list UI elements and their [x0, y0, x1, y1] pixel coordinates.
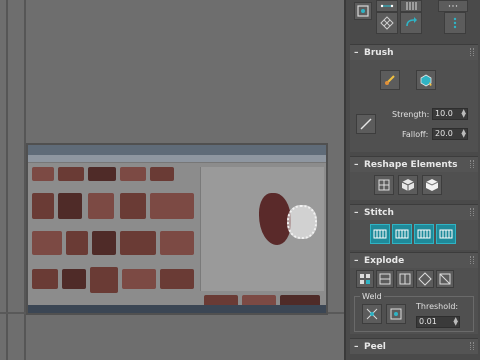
strength-value: 10.0: [435, 109, 453, 118]
threshold-label: Threshold:: [416, 302, 459, 311]
stitch-icon[interactable]: [370, 224, 390, 244]
cube-icon[interactable]: [398, 175, 418, 195]
minus-icon: –: [354, 207, 359, 218]
rollout-explode-title: Explode: [364, 255, 405, 266]
thumbnail: [160, 231, 194, 255]
rollout-explode-body: Weld Threshold: 0.01 ▲ ▼: [350, 268, 478, 334]
thumbnail: [66, 231, 88, 255]
thumbnail: [92, 231, 116, 255]
weld-icon[interactable]: [386, 304, 406, 324]
grip-icon: [470, 160, 474, 168]
minus-icon: –: [354, 47, 359, 58]
vertical-dots-icon[interactable]: [444, 12, 466, 34]
explode-icon[interactable]: [396, 270, 414, 288]
thumbnail: [58, 167, 84, 181]
stitch-icon[interactable]: [436, 224, 456, 244]
rollout-stitch-body: [350, 220, 478, 250]
threshold-spinner[interactable]: 0.01 ▲ ▼: [416, 316, 460, 328]
app-window: – Brush Strength: 10.0 ▲ ▼ Falloff: 20.0 …: [0, 0, 480, 360]
rollout-explode-header[interactable]: – Explode: [350, 252, 478, 268]
dots-menu-icon[interactable]: [438, 0, 468, 12]
thumbnail: [122, 269, 156, 289]
brush-select-icon[interactable]: [416, 70, 436, 90]
strength-label: Strength:: [392, 110, 430, 119]
rollout-reshape-header[interactable]: – Reshape Elements: [350, 156, 478, 172]
rollout-reshape-body: [350, 172, 478, 200]
minus-icon: –: [354, 255, 359, 266]
thumbnail: [32, 193, 54, 219]
rollout-stitch-title: Stitch: [364, 207, 394, 218]
cube-alt-icon[interactable]: [422, 175, 442, 195]
falloff-label: Falloff:: [402, 130, 429, 139]
image-plane-urlbar: [28, 155, 326, 163]
rollout-peel-header[interactable]: – Peel: [350, 338, 478, 354]
rotate-arrow-icon[interactable]: [400, 12, 422, 34]
rollout-brush-body: Strength: 10.0 ▲ ▼ Falloff: 20.0 ▲ ▼: [350, 60, 478, 152]
explode-icon[interactable]: [356, 270, 374, 288]
strength-spinner[interactable]: 10.0 ▲ ▼: [432, 108, 468, 120]
image-plane-taskbar: [28, 305, 326, 313]
wireframe-mesh: [287, 205, 317, 239]
vertex-select-icon[interactable]: [376, 0, 398, 12]
command-panel: – Brush Strength: 10.0 ▲ ▼ Falloff: 20.0 …: [344, 0, 480, 360]
spinner-arrows-icon[interactable]: ▲ ▼: [461, 109, 466, 119]
rollout-peel-title: Peel: [364, 341, 386, 352]
viewport-divider: [6, 0, 8, 360]
grip-icon: [470, 48, 474, 56]
viewport[interactable]: [0, 0, 344, 360]
thumbnail: [58, 193, 82, 219]
image-plane-content: [28, 163, 326, 309]
line-tool-icon[interactable]: [356, 114, 376, 134]
thumbnail: [160, 269, 194, 289]
edge-select-icon[interactable]: [400, 0, 422, 12]
grip-icon: [470, 208, 474, 216]
rollout-brush-title: Brush: [364, 47, 394, 58]
rollout-reshape-title: Reshape Elements: [364, 159, 458, 170]
spinner-arrows-icon[interactable]: ▲ ▼: [453, 317, 458, 327]
thumbnail: [88, 193, 114, 219]
thumbnail: [62, 269, 86, 289]
thumbnail: [150, 167, 174, 181]
thumbnail: [88, 167, 116, 181]
stitch-icon[interactable]: [414, 224, 434, 244]
thumbnail: [120, 193, 146, 219]
element-grid-icon[interactable]: [376, 12, 398, 34]
explode-icon[interactable]: [376, 270, 394, 288]
stitch-icon[interactable]: [392, 224, 412, 244]
spinner-arrows-icon[interactable]: ▲ ▼: [461, 129, 466, 139]
image-plane-tabbar: [28, 145, 326, 155]
thumbnail: [32, 167, 54, 181]
thumbnail: [90, 267, 118, 293]
thumbnail: [32, 231, 62, 255]
falloff-value: 20.0: [435, 129, 453, 138]
grip-icon: [470, 256, 474, 264]
explode-icon[interactable]: [436, 270, 454, 288]
image-plane: [26, 143, 328, 315]
falloff-spinner[interactable]: 20.0 ▲ ▼: [432, 128, 468, 140]
explode-icon[interactable]: [416, 270, 434, 288]
grid-icon[interactable]: [374, 175, 394, 195]
image-preview-panel: [200, 167, 324, 291]
rollout-stitch-header[interactable]: – Stitch: [350, 204, 478, 220]
weld-label: Weld: [360, 292, 384, 301]
minus-icon: –: [354, 159, 359, 170]
selection-mode-icon[interactable]: [354, 2, 372, 20]
thumbnail: [120, 231, 156, 255]
rollout-brush-header[interactable]: – Brush: [350, 44, 478, 60]
brush-paint-icon[interactable]: [380, 70, 400, 90]
grip-icon: [470, 342, 474, 350]
minus-icon: –: [354, 341, 359, 352]
thumbnail: [120, 167, 146, 181]
thumbnail: [32, 269, 58, 289]
weld-icon[interactable]: [362, 304, 382, 324]
thumbnail: [150, 193, 194, 219]
threshold-value: 0.01: [419, 317, 437, 326]
